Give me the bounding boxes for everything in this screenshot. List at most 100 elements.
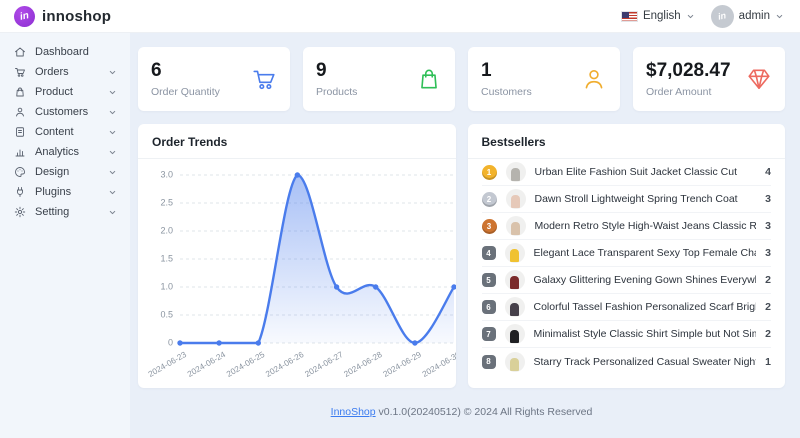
product-image bbox=[511, 195, 520, 208]
stats-row: 6 Order Quantity 9 Products 1 Customers bbox=[138, 47, 785, 111]
sales-count: 2 bbox=[765, 274, 771, 286]
order-quantity-value: 6 bbox=[151, 61, 220, 80]
language-selector[interactable]: English bbox=[621, 10, 695, 22]
bestseller-row[interactable]: 1 Urban Elite Fashion Suit Jacket Classi… bbox=[482, 159, 772, 186]
product-title: Starry Track Personalized Casual Sweater… bbox=[534, 356, 757, 368]
bestseller-row[interactable]: 3 Modern Retro Style High-Waist Jeans Cl… bbox=[482, 213, 772, 240]
svg-text:2024-06-25: 2024-06-25 bbox=[225, 349, 267, 379]
chevron-down-icon bbox=[108, 108, 117, 117]
bestsellers-card: Bestsellers 1 Urban Elite Fashion Suit J… bbox=[468, 124, 786, 388]
bestseller-row[interactable]: 2 Dawn Stroll Lightweight Spring Trench … bbox=[482, 186, 772, 213]
sidebar-item-content[interactable]: Content bbox=[0, 122, 130, 142]
sidebar-item-plugins[interactable]: Plugins bbox=[0, 182, 130, 202]
product-thumbnail bbox=[505, 352, 525, 372]
sidebar-item-dashboard[interactable]: Dashboard bbox=[0, 42, 130, 62]
sales-count: 2 bbox=[765, 301, 771, 313]
product-thumbnail bbox=[506, 216, 526, 236]
brand-logo[interactable]: in innoshop bbox=[14, 6, 111, 27]
gear-icon bbox=[14, 206, 26, 218]
file-icon bbox=[14, 126, 26, 138]
product-title: Minimalist Style Classic Shirt Simple bu… bbox=[534, 328, 757, 340]
svg-text:1.5: 1.5 bbox=[160, 253, 173, 263]
chevron-down-icon bbox=[108, 88, 117, 97]
shopping-bag-icon bbox=[416, 66, 442, 92]
product-title: Urban Elite Fashion Suit Jacket Classic … bbox=[535, 166, 757, 178]
cart-icon bbox=[14, 66, 26, 78]
palette-icon bbox=[14, 166, 26, 178]
chevron-down-icon bbox=[108, 208, 117, 217]
footer: InnoShop v0.1.0(20240512) © 2024 All Rig… bbox=[138, 406, 785, 418]
bestseller-row[interactable]: 5 Galaxy Glittering Evening Gown Shines … bbox=[482, 267, 772, 294]
product-thumbnail bbox=[506, 162, 526, 182]
customers-label: Customers bbox=[481, 86, 532, 98]
product-image bbox=[510, 330, 519, 343]
bestsellers-title: Bestsellers bbox=[468, 124, 786, 159]
svg-text:2024-06-27: 2024-06-27 bbox=[303, 349, 345, 379]
rank-badge: 8 bbox=[482, 355, 496, 369]
sidebar-item-product[interactable]: Product bbox=[0, 82, 130, 102]
user-menu[interactable]: in admin bbox=[711, 5, 784, 28]
bronze-medal-icon: 3 bbox=[482, 219, 497, 234]
rank-badge: 7 bbox=[482, 327, 496, 341]
sidebar-item-analytics[interactable]: Analytics bbox=[0, 142, 130, 162]
bestseller-row[interactable]: 4 Elegant Lace Transparent Sexy Top Fema… bbox=[482, 240, 772, 267]
rank-badge: 5 bbox=[482, 273, 496, 287]
sales-count: 3 bbox=[765, 247, 771, 259]
bestseller-row[interactable]: 8 Starry Track Personalized Casual Sweat… bbox=[482, 348, 772, 375]
sales-count: 1 bbox=[765, 356, 771, 368]
sales-count: 2 bbox=[765, 328, 771, 340]
sidebar-item-orders[interactable]: Orders bbox=[0, 62, 130, 82]
svg-text:0.5: 0.5 bbox=[160, 309, 173, 319]
sidebar-item-setting[interactable]: Setting bbox=[0, 202, 130, 222]
product-image bbox=[510, 249, 519, 262]
svg-text:2024-06-26: 2024-06-26 bbox=[264, 349, 306, 379]
products-value: 9 bbox=[316, 61, 357, 80]
product-image bbox=[510, 358, 519, 371]
sidebar-item-design[interactable]: Design bbox=[0, 162, 130, 182]
product-image bbox=[511, 168, 520, 181]
svg-text:1.0: 1.0 bbox=[160, 281, 173, 291]
svg-text:2.0: 2.0 bbox=[160, 225, 173, 235]
sidebar: Dashboard Orders Product Customers Conte… bbox=[0, 33, 130, 438]
order-trends-card: Order Trends 00.51.01.52.02.53.02024-06-… bbox=[138, 124, 456, 388]
innoshop-footer-link[interactable]: InnoShop bbox=[331, 406, 376, 418]
product-thumbnail bbox=[505, 297, 525, 317]
order-trends-chart: 00.51.01.52.02.53.02024-06-232024-06-242… bbox=[138, 159, 456, 387]
sidebar-item-customers[interactable]: Customers bbox=[0, 102, 130, 122]
stat-card-customers: 1 Customers bbox=[468, 47, 620, 111]
language-label: English bbox=[643, 10, 681, 22]
product-title: Colorful Tassel Fashion Personalized Sca… bbox=[534, 301, 757, 313]
us-flag-icon bbox=[621, 11, 638, 22]
stat-card-products: 9 Products bbox=[303, 47, 455, 111]
stat-card-order-amount: $7,028.47 Order Amount bbox=[633, 47, 785, 111]
bar-chart-icon bbox=[14, 146, 26, 158]
chevron-down-icon bbox=[108, 68, 117, 77]
home-icon bbox=[14, 46, 26, 58]
order-amount-label: Order Amount bbox=[646, 86, 731, 98]
svg-text:2.5: 2.5 bbox=[160, 197, 173, 207]
footer-text: v0.1.0(20240512) © 2024 All Rights Reser… bbox=[379, 406, 593, 418]
product-thumbnail bbox=[505, 270, 525, 290]
product-title: Dawn Stroll Lightweight Spring Trench Co… bbox=[535, 193, 757, 205]
order-amount-value: $7,028.47 bbox=[646, 61, 731, 80]
brand-name: innoshop bbox=[42, 8, 111, 25]
user-icon bbox=[14, 106, 26, 118]
sales-count: 4 bbox=[765, 166, 771, 178]
chevron-down-icon bbox=[775, 12, 784, 21]
products-label: Products bbox=[316, 86, 357, 98]
bestseller-row[interactable]: 6 Colorful Tassel Fashion Personalized S… bbox=[482, 294, 772, 321]
person-icon bbox=[581, 66, 607, 92]
bestseller-row[interactable]: 7 Minimalist Style Classic Shirt Simple … bbox=[482, 321, 772, 348]
product-thumbnail bbox=[505, 243, 525, 263]
avatar: in bbox=[711, 5, 734, 28]
product-title: Elegant Lace Transparent Sexy Top Female… bbox=[534, 247, 757, 259]
chevron-down-icon bbox=[108, 188, 117, 197]
top-bar: in innoshop English in admin bbox=[0, 0, 800, 33]
svg-text:2024-06-29: 2024-06-29 bbox=[381, 349, 423, 379]
chevron-down-icon bbox=[108, 148, 117, 157]
svg-text:2024-06-23: 2024-06-23 bbox=[146, 349, 188, 379]
product-image bbox=[511, 222, 520, 235]
svg-text:0: 0 bbox=[168, 337, 173, 347]
gold-medal-icon: 1 bbox=[482, 165, 497, 180]
chevron-down-icon bbox=[108, 128, 117, 137]
